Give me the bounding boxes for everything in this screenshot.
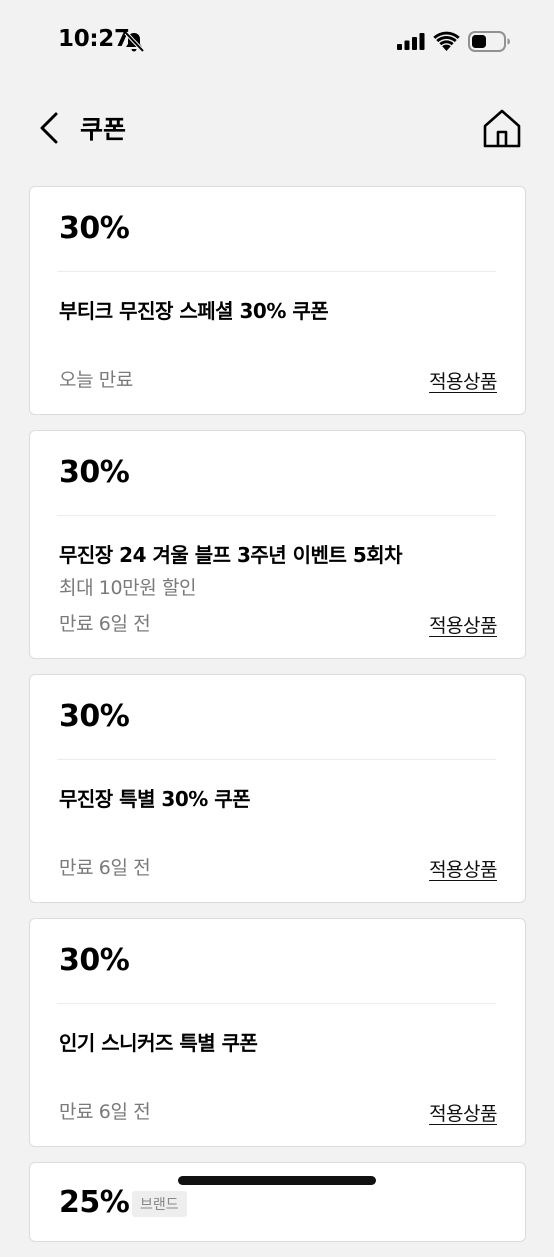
coupon-expiry: 만료 6일 전 bbox=[59, 613, 151, 635]
apply-products-link[interactable]: 적용상품 bbox=[429, 367, 497, 394]
coupon-discount: 30% bbox=[59, 699, 130, 734]
divider bbox=[57, 759, 496, 760]
coupon-name: 무진장 특별 30% 쿠폰 bbox=[59, 787, 251, 811]
header: 쿠폰 bbox=[0, 98, 554, 158]
coupon-badge: 브랜드 bbox=[132, 1191, 187, 1217]
coupon-card: 25% 브랜드 bbox=[29, 1162, 526, 1242]
coupon-expiry: 오늘 만료 bbox=[59, 369, 133, 391]
apply-products-link[interactable]: 적용상품 bbox=[429, 611, 497, 638]
coupon-discount: 25% bbox=[59, 1185, 130, 1220]
battery-icon bbox=[468, 31, 510, 52]
coupon-discount: 30% bbox=[59, 943, 130, 978]
coupon-card: 30% 무진장 24 겨울 블프 3주년 이벤트 5회차 최대 10만원 할인 … bbox=[29, 430, 526, 659]
bell-slash-icon bbox=[124, 31, 145, 53]
home-icon[interactable] bbox=[480, 106, 524, 150]
coupon-name: 인기 스니커즈 특별 쿠폰 bbox=[59, 1031, 258, 1055]
coupon-max-discount: 최대 10만원 할인 bbox=[59, 577, 197, 599]
coupon-list: 30% 부티크 무진장 스페셜 30% 쿠폰 오늘 만료 적용상품 30% 무진… bbox=[29, 186, 526, 1257]
coupon-name: 무진장 24 겨울 블프 3주년 이벤트 5회차 bbox=[59, 543, 403, 567]
wifi-icon bbox=[433, 31, 460, 51]
page-title: 쿠폰 bbox=[80, 115, 127, 144]
divider bbox=[57, 1003, 496, 1004]
home-indicator[interactable] bbox=[178, 1176, 376, 1185]
coupon-card: 30% 무진장 특별 30% 쿠폰 만료 6일 전 적용상품 bbox=[29, 674, 526, 903]
apply-products-link[interactable]: 적용상품 bbox=[429, 1099, 497, 1126]
divider bbox=[57, 271, 496, 272]
coupon-discount: 30% bbox=[59, 455, 130, 490]
coupon-expiry: 만료 6일 전 bbox=[59, 1101, 151, 1123]
back-arrow-icon[interactable] bbox=[34, 108, 70, 148]
coupon-expiry: 만료 6일 전 bbox=[59, 857, 151, 879]
coupon-discount: 30% bbox=[59, 211, 130, 246]
apply-products-link[interactable]: 적용상품 bbox=[429, 855, 497, 882]
status-bar: 10:27 bbox=[0, 0, 554, 84]
status-time: 10:27 bbox=[58, 26, 130, 52]
coupon-card: 30% 부티크 무진장 스페셜 30% 쿠폰 오늘 만료 적용상품 bbox=[29, 186, 526, 415]
coupon-name: 부티크 무진장 스페셜 30% 쿠폰 bbox=[59, 299, 329, 323]
divider bbox=[57, 515, 496, 516]
cellular-signal-icon bbox=[397, 33, 425, 50]
coupon-card: 30% 인기 스니커즈 특별 쿠폰 만료 6일 전 적용상품 bbox=[29, 918, 526, 1147]
